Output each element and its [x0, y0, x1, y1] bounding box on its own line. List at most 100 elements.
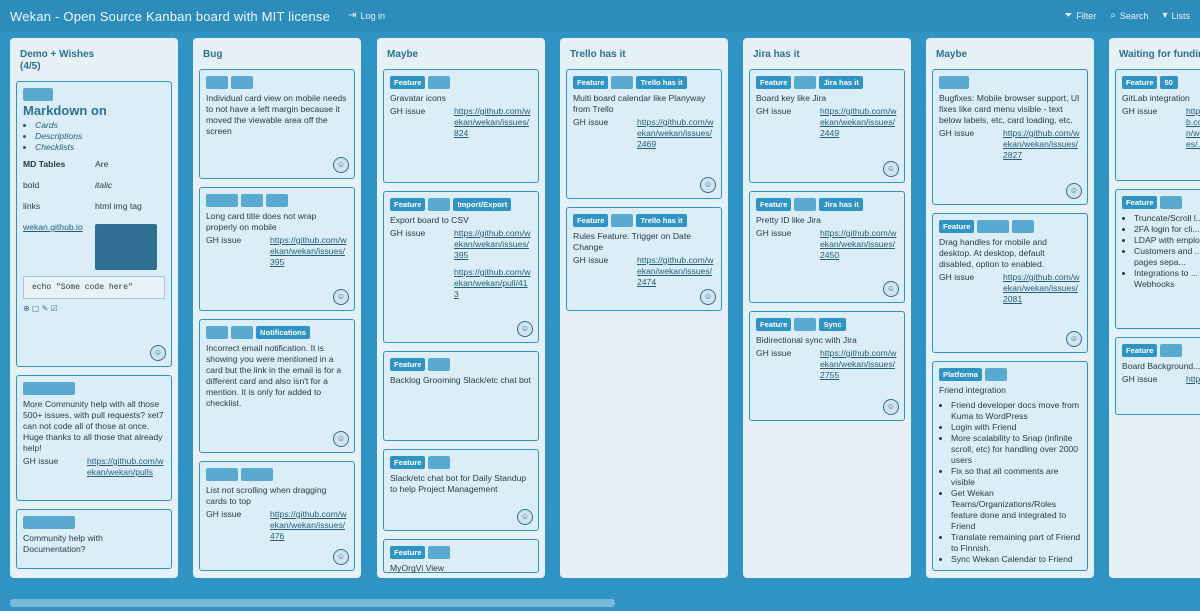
card[interactable]: Bugfixes: Mobile browser support, UI fix… — [932, 69, 1088, 205]
card[interactable]: Feature Board Background... GH issue http… — [1115, 337, 1200, 415]
card[interactable]: Feature Jira has it Board key like Jira G… — [749, 69, 905, 183]
card-label — [1012, 220, 1035, 233]
list-jira-has-it[interactable]: Jira has it Feature Jira has it Board key… — [743, 38, 911, 578]
card[interactable]: Feature Backlog Grooming Slack/etc chat … — [383, 351, 539, 441]
card-label — [794, 198, 817, 211]
avatar[interactable]: ☺ — [150, 345, 166, 361]
avatar[interactable]: ☺ — [333, 289, 349, 305]
lists-view-button[interactable]: ▾ Lists — [1162, 11, 1190, 22]
list-trello-has-it[interactable]: Trello has it Feature Trello has it Multi… — [560, 38, 728, 578]
avatar[interactable]: ☺ — [333, 549, 349, 565]
gh-issue-link[interactable]: https://github.com/wekan/wekan/issues/39… — [454, 228, 532, 261]
card-label — [23, 382, 75, 395]
card-title: Individual card view on mobile needs to … — [206, 93, 347, 136]
card[interactable]: List not scrolling when dragging cards t… — [199, 461, 355, 571]
card-label — [611, 214, 634, 227]
list-maybe[interactable]: Maybe Feature Gravatar icons GH issue htt… — [377, 38, 545, 578]
card[interactable]: Feature Drag handles for mobile and desk… — [932, 213, 1088, 353]
card-title: More Community help with all those 500+ … — [23, 399, 164, 453]
avatar[interactable]: ☺ — [333, 157, 349, 173]
avatar[interactable]: ☺ — [1066, 183, 1082, 199]
card-label — [794, 76, 817, 89]
list-title[interactable]: Waiting for funding — [1109, 38, 1200, 65]
card-label — [23, 88, 53, 101]
card-label — [23, 516, 75, 529]
avatar[interactable]: ☺ — [1066, 331, 1082, 347]
list-title[interactable]: Trello has it — [560, 38, 728, 65]
card-label: Feature — [390, 456, 426, 469]
card[interactable]: Notifications Incorrect email notificati… — [199, 319, 355, 453]
login-link[interactable]: ⇥ Log in — [348, 11, 385, 22]
gh-issue-link[interactable]: https://github.com/wekan/wekan/issues/20… — [1003, 272, 1081, 305]
list-title[interactable]: Maybe — [377, 38, 545, 65]
card-label: Feature — [1122, 76, 1158, 89]
card[interactable]: Feature Trello has it Rules Feature: Trig… — [566, 207, 722, 311]
list-waiting-for-funding[interactable]: Waiting for funding Feature50 GitLab int… — [1109, 38, 1200, 578]
avatar[interactable]: ☺ — [333, 431, 349, 447]
gh-issue-link[interactable]: https://github.com/wekan/wekan/issues/27… — [820, 348, 898, 381]
table-link[interactable]: wekan.github.io — [23, 222, 95, 270]
card[interactable]: Long card title does not wrap properly o… — [199, 187, 355, 311]
gh-issue-link[interactable]: https://github.com/wekan/wekan/pulls — [87, 456, 165, 478]
card-label — [231, 326, 253, 339]
list-title[interactable]: Bug — [193, 38, 361, 65]
card[interactable]: Feature Sync Bidirectional sync with Jira… — [749, 311, 905, 421]
card[interactable]: Feature Import/Export Export board to CSV… — [383, 191, 539, 343]
card-title: Gravatar icons — [390, 93, 446, 103]
search-button[interactable]: ⌕ Search — [1110, 11, 1149, 22]
card-markdown-demo[interactable]: Markdown on Cards Descriptions Checklist… — [16, 81, 172, 367]
gh-issue-link[interactable]: https://github.com/wekan/wekan/issues/24… — [820, 106, 898, 139]
list-title[interactable]: Maybe — [926, 38, 1094, 65]
avatar[interactable]: ☺ — [883, 399, 899, 415]
list-title[interactable]: Jira has it — [743, 38, 911, 65]
gh-issue-link[interactable]: https://github.com/wekan/wekan/issues/24… — [820, 228, 898, 261]
list-item: Fix so that all comments are visible — [951, 466, 1081, 488]
card-title: Rules Feature: Trigger on Date Change — [573, 231, 691, 252]
markdown-list-item: Descriptions — [35, 131, 165, 142]
card-title: Incorrect email notification. It is show… — [206, 343, 342, 408]
card-title: Friend integration — [939, 385, 1006, 395]
gh-issue-label: GH issue — [206, 509, 242, 519]
markdown-title: Markdown on — [23, 103, 107, 118]
search-label: Search — [1119, 11, 1149, 21]
card[interactable]: Feature 50 GitLab integration GH issue htt… — [1115, 69, 1200, 181]
card[interactable]: Feature Jira has it Pretty ID like Jira G… — [749, 191, 905, 303]
filter-button[interactable]: ⏷ Filter — [1064, 10, 1096, 22]
gh-pull-link[interactable]: https://github.com/wekan/wekan/pull/413 — [454, 267, 532, 300]
gh-issue-link[interactable]: https://github.com/wekan/wekan/issues/28… — [1003, 128, 1081, 161]
card[interactable]: Feature Truncate/Scroll l... 2FA login f… — [1115, 189, 1200, 329]
gh-issue-link[interactable]: https://github.com/wekan/wekan/issues/39… — [270, 235, 348, 268]
card[interactable]: Individual card view on mobile needs to … — [199, 69, 355, 179]
avatar[interactable]: ☺ — [883, 281, 899, 297]
list-bug[interactable]: Bug Individual card view on mobile needs… — [193, 38, 361, 578]
filter-icon: ⏷ — [1064, 10, 1073, 21]
card-label — [241, 194, 263, 207]
card-label — [206, 326, 228, 339]
gh-issue-link[interactable]: https://github.com/wekan/wekan/issues/24… — [637, 255, 715, 288]
card-title: List not scrolling when dragging cards t… — [206, 485, 327, 506]
gh-issue-label: GH issue — [1122, 374, 1158, 384]
gh-issue-link[interactable]: https://github.com/wekan/wekan/issues/..… — [1186, 106, 1200, 150]
card-label: Platforma — [939, 368, 983, 381]
card[interactable]: Feature Gravatar icons GH issue https://g… — [383, 69, 539, 183]
horizontal-scrollbar[interactable] — [10, 599, 615, 607]
avatar[interactable]: ☺ — [700, 177, 716, 193]
card[interactable]: Platforma Friend integration Friend deve… — [932, 361, 1088, 571]
list-maybe-2[interactable]: Maybe Bugfixes: Mobile browser support, … — [926, 38, 1094, 578]
avatar[interactable]: ☺ — [517, 321, 533, 337]
gh-issue-link[interactable]: https://github.com/wekan/wekan/issues/24… — [637, 117, 715, 150]
card[interactable]: Feature Trello has it Multi board calenda… — [566, 69, 722, 199]
card-label — [794, 318, 817, 331]
avatar[interactable]: ☺ — [700, 289, 716, 305]
card-docs-help[interactable]: Community help with Documentation? — [16, 509, 172, 569]
list-title[interactable]: Demo + Wishes (4/5) — [10, 38, 178, 77]
list-demo-wishes[interactable]: Demo + Wishes (4/5) Markdown on Cards De… — [10, 38, 178, 578]
gh-issue-link[interactable]: https://... — [1186, 374, 1200, 385]
gh-issue-link[interactable]: https://github.com/wekan/wekan/issues/47… — [270, 509, 348, 542]
card[interactable]: Feature Slack/etc chat bot for Daily Sta… — [383, 449, 539, 531]
avatar[interactable]: ☺ — [883, 161, 899, 177]
card-community-help[interactable]: More Community help with all those 500+ … — [16, 375, 172, 501]
avatar[interactable]: ☺ — [517, 509, 533, 525]
gh-issue-link[interactable]: https://github.com/wekan/wekan/issues/82… — [454, 106, 532, 139]
card[interactable]: Feature MyOrgVi View — [383, 539, 539, 573]
